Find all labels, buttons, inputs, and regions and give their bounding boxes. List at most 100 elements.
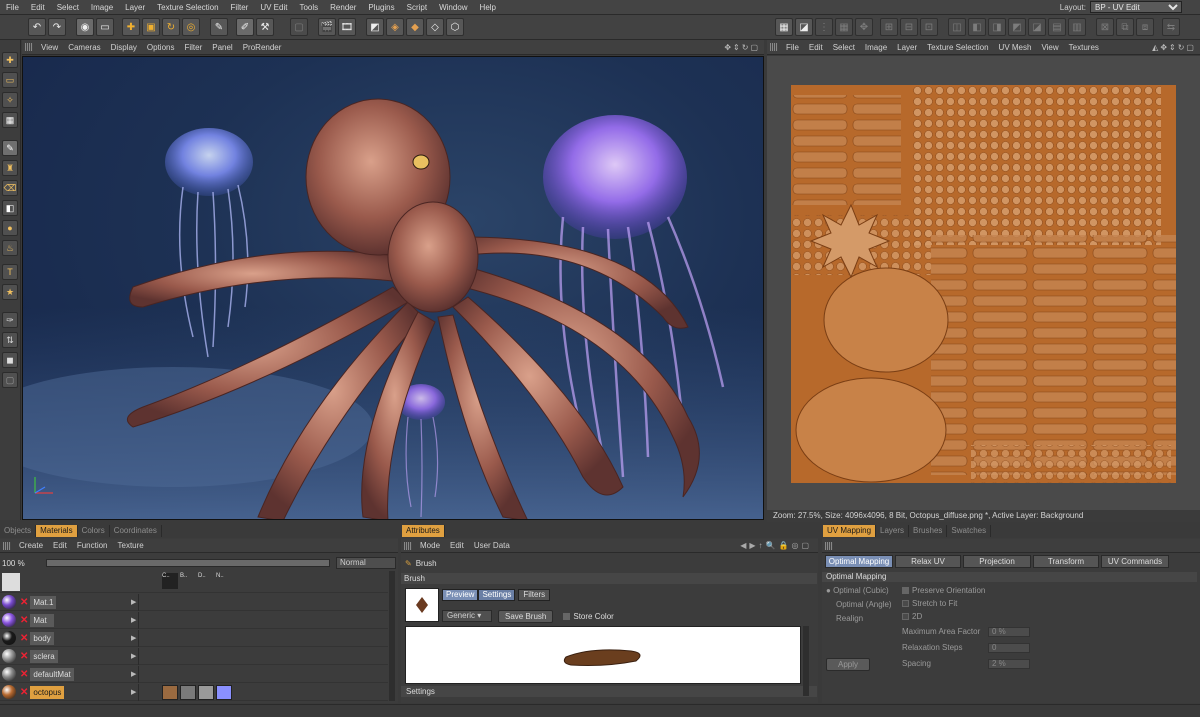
uv-tool-f-icon[interactable]: ▤ (1048, 18, 1066, 36)
brush-tool-icon[interactable]: ✎ (2, 140, 18, 156)
disabled-x-icon[interactable]: ✕ (20, 687, 28, 698)
rotate-icon[interactable]: ↻ (162, 18, 180, 36)
material-row[interactable]: ✕ Mat ▶ (0, 612, 388, 629)
attr-nav-icons[interactable]: ◀▶↑🔍🔒◎▢ (740, 541, 812, 550)
uv-nav-icons[interactable]: ◭✥⇕↻▢ (1152, 43, 1196, 52)
channel-c[interactable]: C.. (162, 573, 178, 589)
check-preserve-orientation[interactable]: Preserve Orientation (902, 586, 985, 595)
menu-texture-selection[interactable]: Texture Selection (151, 0, 224, 15)
uv-menu-texture-selection[interactable]: Texture Selection (922, 43, 993, 52)
uv-tool-a-icon[interactable]: ◫ (948, 18, 966, 36)
menu-select[interactable]: Select (51, 0, 85, 15)
zoom-value[interactable]: 100 % (2, 559, 46, 568)
uv-menu-edit[interactable]: Edit (804, 43, 828, 52)
gradient-tool-icon[interactable]: ◧ (2, 200, 18, 216)
uv-tool-i-icon[interactable]: ⧉ (1116, 18, 1134, 36)
apply-button[interactable]: Apply (826, 658, 870, 671)
lasso-icon[interactable]: ◎ (182, 18, 200, 36)
paint-setup-icon[interactable]: ⚒ (256, 18, 274, 36)
transform-button[interactable]: Transform (1033, 555, 1099, 568)
mat-menu-create[interactable]: Create (14, 541, 48, 550)
menu-image[interactable]: Image (85, 0, 119, 15)
brush-preview-thumb[interactable] (405, 588, 439, 622)
uv-menu-textures[interactable]: Textures (1064, 43, 1104, 52)
uv-menu-image[interactable]: Image (860, 43, 892, 52)
uv-menu-layer[interactable]: Layer (892, 43, 922, 52)
uv-tool-e-icon[interactable]: ◪ (1028, 18, 1046, 36)
material-row[interactable]: ✕ octopus ▶ (0, 684, 388, 701)
projection-button[interactable]: Projection (963, 555, 1031, 568)
uv-tool-g-icon[interactable]: ▥ (1068, 18, 1086, 36)
material-name[interactable]: body (30, 631, 55, 645)
uv-tool-c-icon[interactable]: ◨ (988, 18, 1006, 36)
star-tool-icon[interactable]: ★ (2, 284, 18, 300)
rect-select-icon[interactable]: ▭ (2, 72, 18, 88)
tab-brushes[interactable]: Brushes (909, 525, 948, 537)
uv-commands-button[interactable]: UV Commands (1101, 555, 1169, 568)
menu-filter[interactable]: Filter (225, 0, 255, 15)
field-relaxation-steps-input[interactable]: 0 (988, 643, 1030, 653)
menu-file[interactable]: File (0, 0, 25, 15)
uv-tool-icon[interactable]: ▦ (775, 18, 793, 36)
expand-arrow-icon[interactable]: ▶ (131, 652, 136, 660)
smudge-tool-icon[interactable]: ♨ (2, 240, 18, 256)
layout-dropdown[interactable]: BP - UV Edit (1090, 1, 1182, 13)
channel-thumb[interactable] (162, 685, 178, 700)
vp-menu-options[interactable]: Options (142, 43, 180, 52)
uv-menu-file[interactable]: File (781, 43, 804, 52)
redo-icon[interactable]: ↷ (48, 18, 66, 36)
mask-icon[interactable]: ▢ (2, 372, 18, 388)
menu-edit[interactable]: Edit (25, 0, 51, 15)
field-spacing-input[interactable]: 2 % (988, 659, 1030, 669)
uv-checker-icon[interactable]: ◪ (795, 18, 813, 36)
vp-menu-view[interactable]: View (36, 43, 63, 52)
cube-outline-icon[interactable]: ⬡ (446, 18, 464, 36)
expand-arrow-icon[interactable]: ▶ (131, 616, 136, 624)
zoom-slider[interactable] (46, 559, 330, 567)
move-icon[interactable]: ✚ (122, 18, 140, 36)
material-name[interactable]: defaultMat (30, 667, 74, 681)
mat-menu-texture[interactable]: Texture (113, 541, 149, 550)
cube-grey-icon[interactable]: ◇ (426, 18, 444, 36)
tab-coordinates[interactable]: Coordinates (109, 525, 162, 537)
menu-tools[interactable]: Tools (293, 0, 324, 15)
mat-menu-function[interactable]: Function (72, 541, 113, 550)
eraser-tool-icon[interactable]: ⌫ (2, 180, 18, 196)
field-max-area-factor-input[interactable]: 0 % (988, 627, 1030, 637)
eyedropper-icon[interactable]: ✑ (2, 312, 18, 328)
uv-tool-h-icon[interactable]: ⊠ (1096, 18, 1114, 36)
channel-thumb[interactable] (216, 685, 232, 700)
save-brush-button[interactable]: Save Brush (498, 609, 554, 623)
uv-scale-icon[interactable]: ⊞ (880, 18, 898, 36)
disabled-x-icon[interactable]: ✕ (20, 669, 28, 680)
material-name[interactable]: octopus (30, 685, 65, 699)
disabled-x-icon[interactable]: ✕ (20, 651, 28, 662)
menu-script[interactable]: Script (401, 0, 433, 15)
uv-editor[interactable] (767, 56, 1200, 511)
optimal-mapping-button[interactable]: Optimal Mapping (825, 555, 893, 568)
render-view-icon[interactable]: 🎬 (318, 18, 336, 36)
material-name[interactable]: Mat (30, 613, 55, 627)
uv-move-icon[interactable]: ✥ (855, 18, 873, 36)
material-name[interactable]: Mat.1 (30, 595, 57, 609)
cube-icon[interactable]: ◈ (386, 18, 404, 36)
magic-wand-icon[interactable]: ✧ (2, 92, 18, 108)
uv-points-icon[interactable]: ⋮ (815, 18, 833, 36)
frame-icon[interactable]: ▢ (290, 18, 308, 36)
relax-uv-button[interactable]: Relax UV (895, 555, 961, 568)
move-tool-icon[interactable]: ✚ (2, 52, 18, 68)
material-name[interactable]: sclera (30, 649, 58, 663)
checker-tool-icon[interactable]: ▦ (2, 112, 18, 128)
channel-d[interactable]: D.. (198, 573, 206, 579)
uv-rotate-icon[interactable]: ⊟ (900, 18, 918, 36)
material-row[interactable]: ✕ defaultMat ▶ (0, 666, 388, 683)
uv-tool-j-icon[interactable]: ⧈ (1136, 18, 1154, 36)
store-color-checkbox[interactable] (563, 612, 571, 620)
tab-colors[interactable]: Colors (77, 525, 110, 537)
menu-uv-edit[interactable]: UV Edit (254, 0, 293, 15)
vp-menu-prorender[interactable]: ProRender (238, 43, 287, 52)
uv-grid-icon[interactable]: ⊡ (920, 18, 938, 36)
scale-icon[interactable]: ▣ (142, 18, 160, 36)
uv-texture-map[interactable] (791, 85, 1176, 483)
uv-menu-view[interactable]: View (1036, 43, 1063, 52)
